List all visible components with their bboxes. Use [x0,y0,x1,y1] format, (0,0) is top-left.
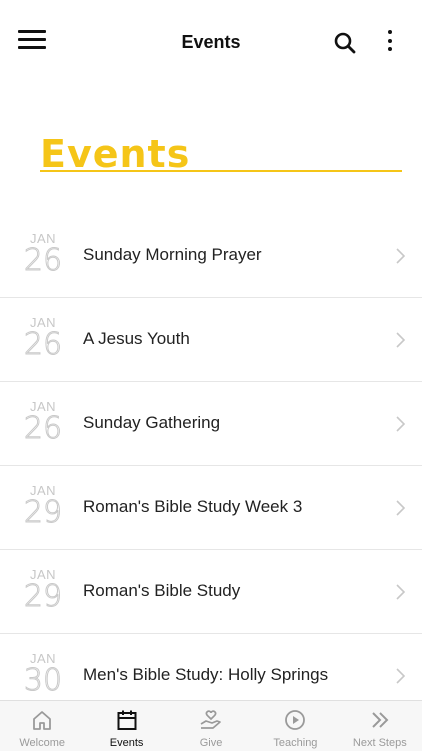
tab-events[interactable]: Events [84,701,168,751]
event-name: Men's Bible Study: Holly Springs [83,665,329,684]
tab-label: Next Steps [352,737,407,749]
tab-label: Events [109,737,144,749]
event-list-item[interactable]: JAN 29 Roman's Bible Study [0,550,422,634]
heading-underline [40,170,402,172]
event-list-item[interactable]: JAN 26 Sunday Morning Prayer [0,214,422,298]
page-title: Events [181,32,241,52]
chevron-right-icon [396,668,406,684]
event-date: JAN 26 [22,232,64,278]
event-date: JAN 26 [22,316,64,362]
chevron-right-icon [396,416,406,432]
bottom-tab-bar: Welcome Events Give Teaching Next Steps [0,700,422,751]
calendar-icon [117,710,137,730]
double-chevron-right-icon [372,712,389,728]
give-hand-heart-icon [200,710,221,729]
search-icon[interactable] [333,31,357,55]
top-app-bar: Events [0,0,422,86]
event-day: 26 [23,243,63,278]
more-options-icon[interactable] [380,30,400,56]
section-heading: Events [40,132,402,176]
event-name: Sunday Morning Prayer [83,245,262,264]
events-list: JAN 26 Sunday Morning Prayer JAN 26 A Je… [0,214,422,718]
tab-welcome[interactable]: Welcome [0,701,84,751]
event-date: JAN 29 [22,568,64,614]
tab-label: Give [199,737,223,749]
chevron-right-icon [396,248,406,264]
chevron-right-icon [396,500,406,516]
event-date: JAN 26 [22,400,64,446]
event-name: Roman's Bible Study [83,581,241,600]
tab-next-steps[interactable]: Next Steps [338,701,422,751]
event-day: 30 [23,663,63,698]
event-date: JAN 29 [22,484,64,530]
chevron-right-icon [396,332,406,348]
event-name: Sunday Gathering [83,413,221,432]
tab-give[interactable]: Give [169,701,253,751]
play-circle-icon [285,710,306,730]
event-name: A Jesus Youth [83,329,190,348]
tab-teaching[interactable]: Teaching [253,701,337,751]
tab-label: Welcome [19,737,66,749]
event-day: 26 [23,327,63,362]
home-icon [33,711,52,730]
chevron-right-icon [396,584,406,600]
tab-label: Teaching [273,737,318,749]
event-name: Roman's Bible Study Week 3 [83,497,303,516]
event-list-item[interactable]: JAN 26 Sunday Gathering [0,382,422,466]
event-list-item[interactable]: JAN 29 Roman's Bible Study Week 3 [0,466,422,550]
event-date: JAN 30 [22,652,64,698]
event-day: 29 [23,579,63,614]
event-day: 29 [23,495,63,530]
event-list-item[interactable]: JAN 26 A Jesus Youth [0,298,422,382]
event-day: 26 [23,411,63,446]
